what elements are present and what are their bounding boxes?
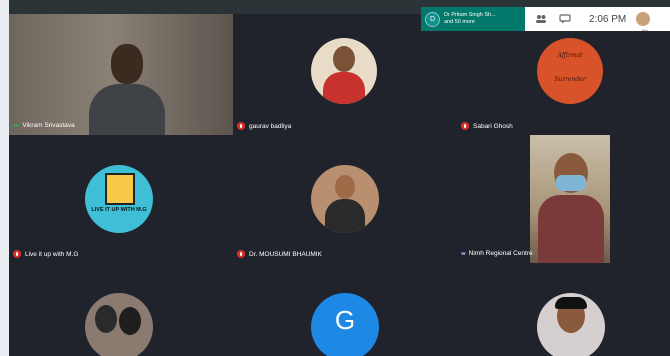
- avatar: LIVE IT UP WITH M.G: [85, 165, 153, 233]
- participant-tile-nimh[interactable]: ▪▪ Nimh Regional Centre: [457, 135, 670, 263]
- participant-count: and 50 more: [444, 19, 475, 25]
- participant-tile-vikram[interactable]: ••• Vikram Srivastava: [9, 14, 233, 135]
- video-feed: [530, 135, 610, 263]
- presenter-text: Dr Pritam Singh Sh... and 50 more: [444, 12, 496, 26]
- avatar: [85, 293, 153, 356]
- participant-label: ••• Vikram Srivastava: [13, 121, 75, 130]
- self-label: You: [641, 28, 649, 33]
- presenter-name: Dr Pritam Singh Sh...: [444, 12, 496, 18]
- participant-name: gaurav badliya: [249, 122, 292, 130]
- face-mask: [556, 175, 586, 191]
- speaking-indicator-icon: ▪▪: [461, 249, 466, 258]
- mic-off-icon: [237, 122, 245, 130]
- participant-label: Sabari Ghosh: [461, 122, 513, 130]
- meeting-top-bar: D Dr Pritam Singh Sh... and 50 more 2:06…: [421, 7, 670, 33]
- participant-tile[interactable]: [457, 263, 670, 356]
- participant-label: Dr. MOUSUMI BHAUMIK: [237, 250, 322, 258]
- participant-name: Vikram Srivastava: [22, 122, 75, 129]
- participant-label: Live it up with M.G: [13, 250, 78, 258]
- person-silhouette: [81, 44, 171, 135]
- participant-tile-liveit[interactable]: LIVE IT UP WITH M.G Live it up with M.G: [9, 135, 233, 263]
- speaking-indicator-icon: •••: [13, 121, 19, 130]
- mic-off-icon: [237, 250, 245, 258]
- participant-tile[interactable]: G: [233, 263, 457, 356]
- mic-off-icon: [461, 122, 469, 130]
- avatar: G: [311, 293, 379, 356]
- avatar: [537, 293, 605, 356]
- avatar: [311, 165, 379, 233]
- meeting-clock: 2:06 PM: [589, 13, 627, 25]
- participant-tile-mousumi[interactable]: Dr. MOUSUMI BHAUMIK: [233, 135, 457, 263]
- participant-name: Live it up with M.G: [25, 250, 79, 258]
- participant-name: Dr. MOUSUMI BHAUMIK: [249, 250, 322, 258]
- chat-icon[interactable]: [557, 11, 573, 27]
- avatar-text: Affirmat: [557, 52, 583, 59]
- participant-tile[interactable]: [9, 263, 233, 356]
- avatar-initial: G: [334, 304, 356, 335]
- participant-label: gaurav badliya: [237, 122, 291, 130]
- participant-tile-gaurav[interactable]: gaurav badliya: [233, 14, 457, 135]
- participant-label: ▪▪ Nimh Regional Centre: [461, 249, 533, 258]
- mic-off-icon: [13, 250, 21, 258]
- people-icon[interactable]: [533, 11, 549, 27]
- participant-tile-sabari[interactable]: Affirmat Surrender Sabari Ghosh: [457, 14, 670, 135]
- avatar-text: LIVE IT UP WITH M.G: [91, 207, 147, 213]
- presenter-chip[interactable]: D Dr Pritam Singh Sh... and 50 more: [421, 7, 525, 31]
- participant-name: Nimh Regional Centre: [468, 250, 533, 257]
- self-avatar[interactable]: You: [636, 12, 651, 33]
- presenter-avatar: D: [425, 11, 440, 27]
- window-left-edge: [0, 0, 9, 356]
- avatar-text: Surrender: [554, 76, 586, 83]
- avatar: Affirmat Surrender: [537, 38, 603, 104]
- notebook-icon: [105, 173, 135, 205]
- participant-name: Sabari Ghosh: [473, 122, 513, 130]
- avatar: [311, 38, 377, 104]
